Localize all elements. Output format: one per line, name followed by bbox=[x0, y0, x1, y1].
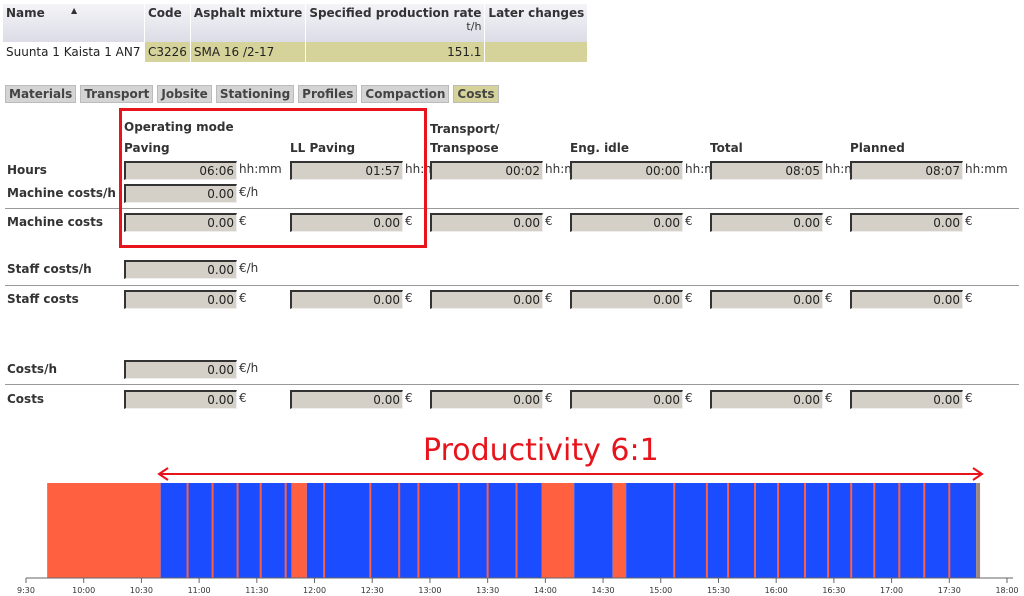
axis-tick-label: 12:30 bbox=[361, 586, 384, 595]
short-stop bbox=[211, 483, 214, 578]
short-stop bbox=[873, 483, 876, 578]
segment-idle bbox=[291, 483, 307, 578]
axis-tick-label: 15:30 bbox=[707, 586, 730, 595]
short-stop bbox=[754, 483, 757, 578]
short-stop bbox=[948, 483, 951, 578]
axis-tick-label: 10:30 bbox=[130, 586, 153, 595]
axis-tick-label: 11:30 bbox=[245, 586, 268, 595]
axis-tick-label: 14:00 bbox=[534, 586, 557, 595]
segment-end bbox=[976, 483, 981, 578]
short-stop bbox=[850, 483, 853, 578]
axis-tick-label: 16:30 bbox=[822, 586, 845, 595]
short-stop bbox=[898, 483, 901, 578]
segment-paving bbox=[306, 483, 542, 578]
segment-paving bbox=[160, 483, 292, 578]
axis-tick-label: 15:00 bbox=[649, 586, 672, 595]
short-stop bbox=[727, 483, 730, 578]
axis-tick-label: 10:00 bbox=[72, 586, 95, 595]
axis-tick-label: 13:00 bbox=[418, 586, 441, 595]
short-stop bbox=[236, 483, 239, 578]
short-stop bbox=[284, 483, 287, 578]
short-stop bbox=[186, 483, 189, 578]
axis-tick-label: 9:30 bbox=[17, 586, 35, 595]
short-stop bbox=[259, 483, 262, 578]
short-stop bbox=[673, 483, 676, 578]
axis-tick-label: 13:30 bbox=[476, 586, 499, 595]
short-stop bbox=[804, 483, 807, 578]
short-stop bbox=[323, 483, 326, 578]
short-stop bbox=[369, 483, 372, 578]
timeline-chart: 9:30 10:00 10:30 11:00 11:30 12:00 12:30 13:00 1… bbox=[17, 467, 1019, 595]
segment-idle bbox=[541, 483, 575, 578]
short-stop bbox=[777, 483, 780, 578]
segment-idle bbox=[47, 483, 161, 578]
axis-tick-label: 14:30 bbox=[592, 586, 615, 595]
short-stop bbox=[486, 483, 489, 578]
axis-tick-label: 12:00 bbox=[303, 586, 326, 595]
short-stop bbox=[457, 483, 460, 578]
short-stop bbox=[417, 483, 420, 578]
axis-tick-label: 11:00 bbox=[188, 586, 211, 595]
short-stop bbox=[827, 483, 830, 578]
short-stop bbox=[515, 483, 518, 578]
axis-tick-label: 17:00 bbox=[880, 586, 903, 595]
short-stop bbox=[705, 483, 708, 578]
axis-tick-label: 18:00 bbox=[995, 586, 1018, 595]
axis-tick-label: 17:30 bbox=[938, 586, 961, 595]
segment-idle bbox=[612, 483, 627, 578]
segment-paving bbox=[574, 483, 613, 578]
short-stop bbox=[923, 483, 926, 578]
axis-tick-label: 16:00 bbox=[765, 586, 788, 595]
short-stop bbox=[398, 483, 401, 578]
